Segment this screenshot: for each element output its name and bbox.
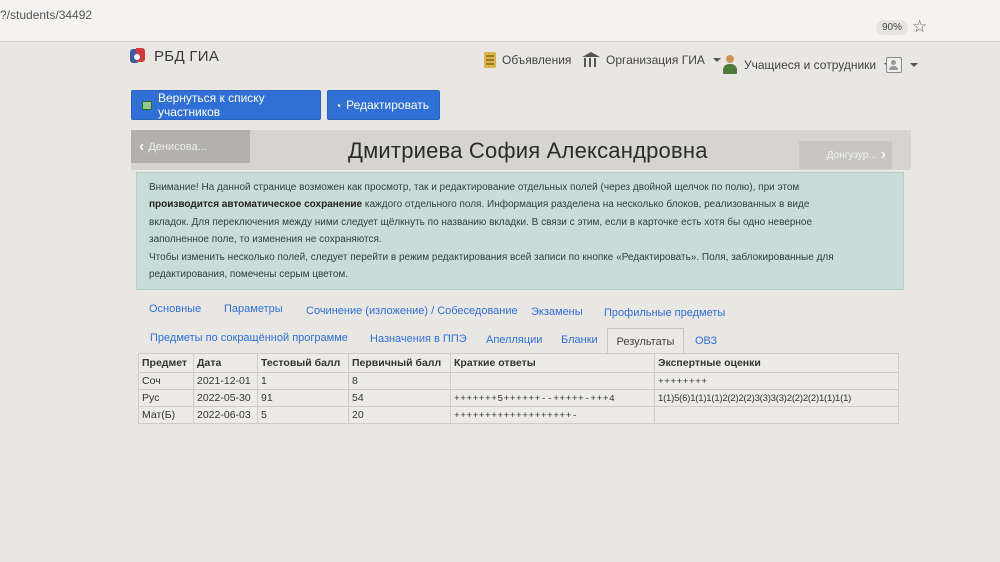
user-menu[interactable] [886, 57, 918, 73]
announcement-icon [484, 52, 496, 68]
alert-line: каждого отдельного поля. Информация разд… [362, 199, 810, 211]
back-to-list-label: Вернуться к списку участников [157, 91, 265, 119]
chevron-right-icon: › [880, 146, 886, 163]
column-header: Первичный балл [348, 353, 451, 373]
test-score-cell[interactable]: 1 [257, 372, 349, 390]
nav-people-label: Учащиеся и сотрудники [744, 58, 877, 72]
bookmark-star-icon[interactable]: ☆ [912, 17, 927, 37]
url-field[interactable]: ?/students/34492 [0, 8, 92, 22]
expert-scores-cell[interactable] [654, 406, 899, 424]
list-icon [142, 100, 152, 110]
test-score-cell[interactable]: 5 [257, 406, 349, 424]
table-row[interactable]: Соч 2021-12-01 1 8 ++++++++ [138, 372, 899, 390]
tab-results[interactable]: Результаты [607, 328, 684, 354]
tab-profile-subjects[interactable]: Профильные предметы [604, 307, 725, 319]
test-score-cell[interactable]: 91 [257, 389, 349, 407]
primary-score-cell[interactable]: 20 [348, 406, 451, 424]
prev-student-button[interactable]: ‹ Денисова... [131, 130, 250, 163]
column-header: Экспертные оценки [654, 353, 899, 373]
pencil-icon [337, 103, 341, 107]
next-student-button[interactable]: Донгузур... › [799, 141, 892, 169]
short-answers-cell[interactable]: +++++++5++++++--+++++-+++4 [450, 389, 655, 407]
building-icon [582, 52, 600, 68]
expert-scores-cell[interactable]: ++++++++ [654, 372, 899, 390]
browser-address-bar: ?/students/34492 90% ☆ [0, 0, 1000, 42]
tab-main[interactable]: Основные [149, 303, 201, 315]
short-answers-cell[interactable]: +++++++++++++++++++- [450, 406, 655, 424]
table-header-row: Предмет Дата Тестовый балл Первичный бал… [138, 353, 899, 373]
tab-appeals[interactable]: Апелляции [486, 334, 542, 346]
primary-score-cell[interactable]: 54 [348, 389, 451, 407]
tab-reduced-program[interactable]: Предметы по сокращённой программе [150, 332, 348, 344]
results-table: Предмет Дата Тестовый балл Первичный бал… [138, 353, 899, 424]
user-avatar-icon [886, 57, 902, 73]
table-row[interactable]: Мат(Б) 2022-06-03 5 20 +++++++++++++++++… [138, 406, 899, 424]
alert-line: редактирования, помечены серым цветом. [149, 269, 349, 281]
back-to-list-button[interactable]: Вернуться к списку участников [131, 90, 321, 120]
column-header: Тестовый балл [257, 353, 349, 373]
tab-essay[interactable]: Сочинение (изложение) / Собеседование [306, 305, 518, 317]
tab-exams[interactable]: Экзамены [531, 306, 583, 318]
tab-results-label: Результаты [616, 335, 675, 348]
brand-link[interactable]: РБД ГИА [128, 46, 219, 66]
chevron-left-icon: ‹ [139, 137, 145, 155]
nav-organization-label: Организация ГИА [606, 53, 705, 67]
alert-line: Внимание! На данной странице возможен ка… [149, 182, 800, 193]
brand-title: РБД ГИА [154, 47, 220, 65]
chevron-down-icon [910, 63, 918, 67]
alert-line: вкладок. Для переключения между ними сле… [149, 216, 813, 228]
nav-announcements-label: Объявления [502, 53, 572, 67]
autosave-alert: Внимание! На данной странице возможен ка… [136, 172, 904, 290]
edit-button[interactable]: Редактировать [327, 90, 440, 120]
zoom-indicator[interactable]: 90% [876, 20, 909, 35]
alert-bold-text: производится автоматическое сохранение [149, 199, 363, 211]
short-answers-cell[interactable] [450, 372, 655, 390]
subject-cell[interactable]: Рус [138, 389, 194, 407]
date-cell[interactable]: 2021-12-01 [193, 372, 258, 390]
subject-cell[interactable]: Соч [138, 372, 194, 390]
tab-ppe-assignments[interactable]: Назначения в ППЭ [370, 333, 467, 345]
edit-label: Редактировать [346, 98, 429, 112]
alert-line: Чтобы изменить несколько полей, следует … [149, 251, 834, 263]
subject-cell[interactable]: Мат(Б) [138, 406, 194, 424]
nav-organization[interactable]: Организация ГИА [582, 52, 721, 68]
student-name: Дмитриева София Александровна [348, 138, 708, 163]
tab-ovz[interactable]: ОВЗ [695, 335, 717, 347]
next-student-label: Донгузур... [826, 149, 877, 161]
brand-logo-icon [128, 46, 148, 66]
alert-line: заполненное поле, то изменения не сохран… [149, 234, 382, 246]
tab-forms[interactable]: Бланки [561, 334, 598, 346]
column-header: Предмет [138, 353, 194, 373]
column-header: Дата [193, 353, 258, 373]
column-header: Краткие ответы [450, 353, 655, 373]
tab-parameters[interactable]: Параметры [224, 303, 283, 315]
expert-scores-cell[interactable]: 1(1)5(6)1(1)1(1)2(2)2(2)3(3)3(3)2(2)2(2)… [654, 389, 899, 407]
people-icon [722, 55, 738, 75]
table-row[interactable]: Рус 2022-05-30 91 54 +++++++5++++++--+++… [138, 389, 899, 407]
nav-people[interactable]: Учащиеся и сотрудники [722, 55, 893, 75]
primary-score-cell[interactable]: 8 [348, 372, 451, 390]
date-cell[interactable]: 2022-06-03 [193, 406, 258, 424]
prev-student-label: Денисова... [148, 140, 207, 153]
date-cell[interactable]: 2022-05-30 [193, 389, 258, 407]
nav-announcements[interactable]: Объявления [484, 52, 571, 68]
chevron-down-icon [712, 58, 721, 62]
